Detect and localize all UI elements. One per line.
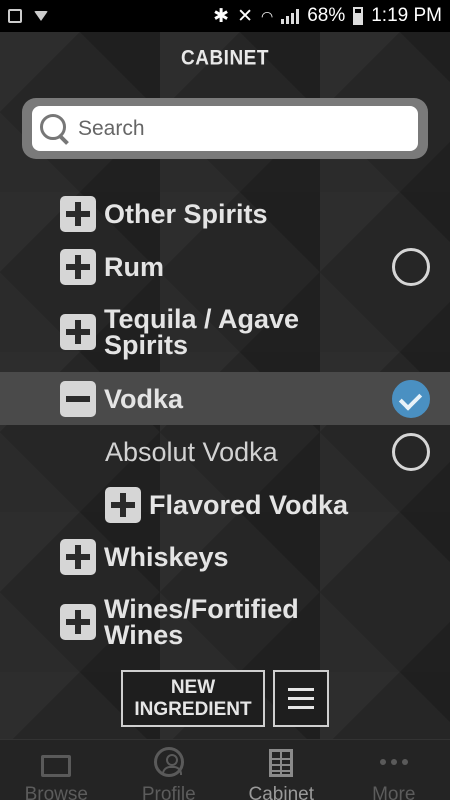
gallery-notification-icon [8,9,22,23]
label-line: Rum [104,251,164,282]
expand-plus-icon[interactable] [105,486,141,523]
wifi-icon: ◠ [260,7,274,24]
tab-cabinet[interactable]: Cabinet [225,740,338,800]
hamburger-icon[interactable] [273,670,329,727]
tab-bar: Browse Profile Cabinet More [0,739,450,800]
clock: 1:19 PM [371,5,442,26]
signal-icon [281,8,300,24]
tree-row[interactable]: Tequila / Agave Spirits [0,292,450,372]
tree-row-label: Wines/Fortified Wines [104,596,299,650]
tab-label: Profile [141,784,196,800]
battery-percent: 68% [307,5,346,26]
new-ingredient-button[interactable]: NEW INGREDIENT [121,670,265,727]
tree-row[interactable]: Wines/Fortified Wines [0,582,450,662]
label-line: Vodka [104,383,184,414]
tab-profile[interactable]: Profile [113,740,226,800]
tree-row[interactable]: Whiskeys [0,530,450,583]
label-line: Whiskeys [104,541,229,572]
page-title: CABINET [181,46,269,70]
checked-radio-icon[interactable] [392,379,430,418]
tree-row-label: Vodka [104,383,184,414]
cabinet-screen: CABINET Other Spirits Rum Tequila / AgaveS… [0,32,450,800]
tree-row-label: Tequila / Agave Spirits [104,306,299,360]
tab-more[interactable]: More [338,740,450,800]
search-bar [22,98,428,159]
battery-icon [353,7,364,25]
label-line: Wines [104,620,184,650]
tree-row[interactable]: Rum [0,240,450,293]
search-box[interactable] [32,106,418,151]
cabinet-icon [269,749,294,777]
profile-icon [153,747,184,777]
tab-label: Cabinet [248,784,315,800]
expand-plus-icon[interactable] [60,538,96,575]
expand-plus-icon[interactable] [60,195,96,232]
mute-icon: ✕ [237,5,253,27]
download-notification-icon [34,11,48,21]
expand-plus-icon[interactable] [60,248,96,285]
label-line: Absolut Vodka [105,436,278,467]
tree-row[interactable]: Other Spirits [0,187,450,240]
tree-row-label: Whiskeys [104,541,229,572]
more-icon [377,747,411,777]
tree-row[interactable]: Vodka [0,372,450,425]
tab-label: Browse [24,784,88,800]
label-line: Spirits [104,330,189,360]
label-line: Flavored Vodka [149,489,349,520]
radio-button[interactable] [392,432,430,471]
status-bar: ✱ ✕ ◠ 68% 1:19 PM [0,0,450,32]
tree-row[interactable]: Flavored Vodka [0,478,450,531]
action-bar: NEW INGREDIENT [0,670,450,728]
tab-browse[interactable]: Browse [0,740,113,800]
search-input[interactable] [78,116,398,141]
label-line: Other Spirits [104,198,268,229]
tree-row-label: Rum [104,251,164,282]
tree-row-label: Absolut Vodka [105,436,278,467]
expand-plus-icon[interactable] [60,604,96,640]
bluetooth-icon: ✱ [213,5,230,27]
radio-button[interactable] [392,247,430,286]
search-icon [40,113,70,144]
collapse-minus-icon[interactable] [60,380,96,417]
tree-row-label: Flavored Vodka [149,489,349,520]
browse-icon [41,755,72,777]
tab-label: More [372,784,416,800]
expand-plus-icon[interactable] [60,314,96,350]
tree-row[interactable]: Absolut Vodka [0,425,450,478]
tree-row-label: Other Spirits [104,198,268,229]
